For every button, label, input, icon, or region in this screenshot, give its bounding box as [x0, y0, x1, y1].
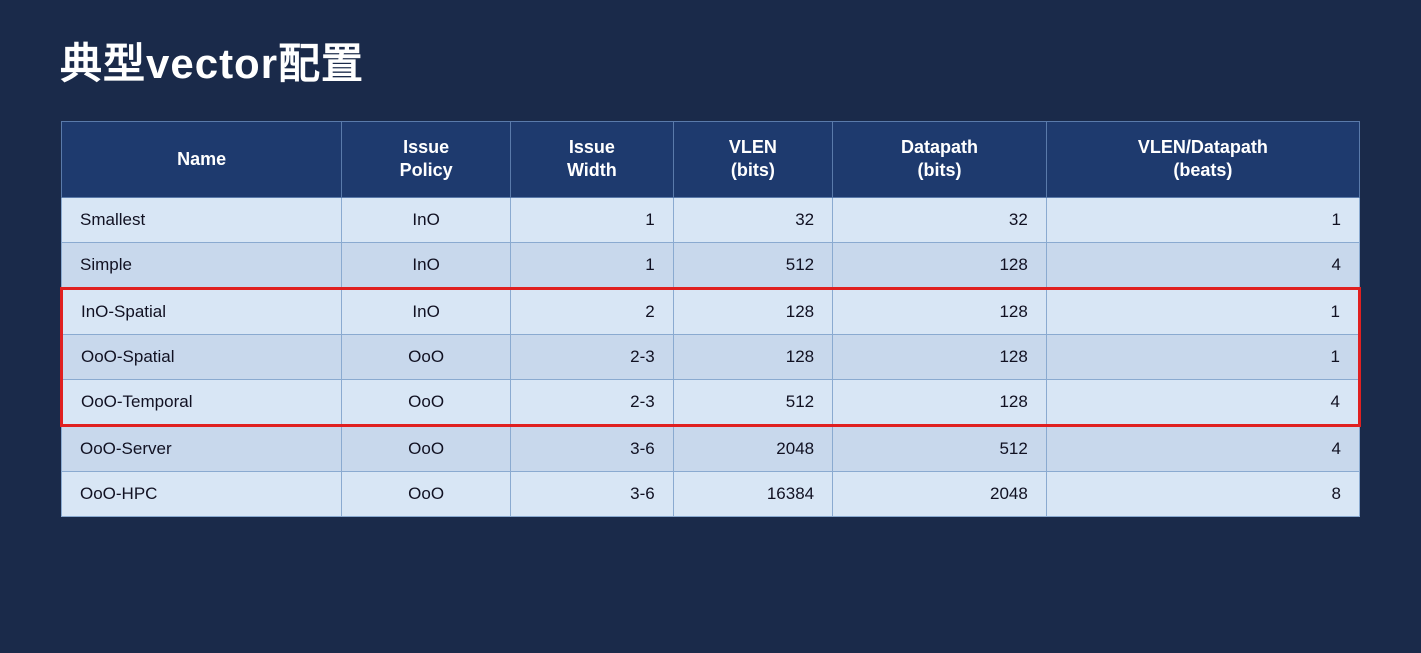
col-issue-width: IssueWidth	[510, 122, 673, 198]
table-cell: 32	[673, 197, 832, 242]
table-cell: 2-3	[510, 334, 673, 379]
col-vlen: VLEN(bits)	[673, 122, 832, 198]
table-cell: 1	[1046, 334, 1359, 379]
table-cell: 1	[510, 242, 673, 288]
table-cell: 16384	[673, 471, 832, 516]
table-cell: 3-6	[510, 425, 673, 471]
table-cell: 3-6	[510, 471, 673, 516]
data-table: Name IssuePolicy IssueWidth VLEN(bits) D…	[60, 121, 1361, 517]
table-cell: 4	[1046, 425, 1359, 471]
col-datapath: Datapath(bits)	[833, 122, 1047, 198]
table-cell: OoO-Temporal	[62, 379, 342, 425]
table-cell: 512	[673, 242, 832, 288]
header-row: Name IssuePolicy IssueWidth VLEN(bits) D…	[62, 122, 1360, 198]
table-row: SmallestInO132321	[62, 197, 1360, 242]
table-cell: Simple	[62, 242, 342, 288]
col-vlen-datapath: VLEN/Datapath(beats)	[1046, 122, 1359, 198]
table-cell: 32	[833, 197, 1047, 242]
table-row: OoO-TemporalOoO2-35121284	[62, 379, 1360, 425]
table-cell: 2-3	[510, 379, 673, 425]
table-cell: 8	[1046, 471, 1359, 516]
table-cell: 128	[673, 288, 832, 334]
table-row: OoO-SpatialOoO2-31281281	[62, 334, 1360, 379]
col-issue-policy: IssuePolicy	[342, 122, 511, 198]
table-cell: 2048	[673, 425, 832, 471]
table-cell: 2	[510, 288, 673, 334]
table-cell: 128	[833, 379, 1047, 425]
table-cell: InO	[342, 197, 511, 242]
table-cell: 1	[1046, 288, 1359, 334]
table-cell: InO-Spatial	[62, 288, 342, 334]
table-cell: InO	[342, 288, 511, 334]
table-cell: InO	[342, 242, 511, 288]
table-cell: Smallest	[62, 197, 342, 242]
table-cell: 4	[1046, 379, 1359, 425]
table-cell: OoO-Server	[62, 425, 342, 471]
table-cell: 128	[673, 334, 832, 379]
col-name: Name	[62, 122, 342, 198]
table-cell: 1	[1046, 197, 1359, 242]
table-cell: OoO	[342, 379, 511, 425]
table-row: SimpleInO15121284	[62, 242, 1360, 288]
table-body: SmallestInO132321SimpleInO15121284InO-Sp…	[62, 197, 1360, 516]
table-cell: 512	[673, 379, 832, 425]
table-cell: OoO	[342, 334, 511, 379]
table-cell: 512	[833, 425, 1047, 471]
table-cell: 4	[1046, 242, 1359, 288]
table-cell: 128	[833, 334, 1047, 379]
table-cell: OoO-HPC	[62, 471, 342, 516]
table-cell: OoO	[342, 471, 511, 516]
table-container: Name IssuePolicy IssueWidth VLEN(bits) D…	[60, 121, 1361, 517]
table-row: OoO-ServerOoO3-620485124	[62, 425, 1360, 471]
table-cell: OoO	[342, 425, 511, 471]
page-title: 典型vector配置	[60, 30, 364, 91]
table-cell: 128	[833, 288, 1047, 334]
table-row: OoO-HPCOoO3-61638420488	[62, 471, 1360, 516]
table-cell: OoO-Spatial	[62, 334, 342, 379]
table-header: Name IssuePolicy IssueWidth VLEN(bits) D…	[62, 122, 1360, 198]
table-cell: 128	[833, 242, 1047, 288]
table-cell: 2048	[833, 471, 1047, 516]
table-row: InO-SpatialInO21281281	[62, 288, 1360, 334]
table-cell: 1	[510, 197, 673, 242]
